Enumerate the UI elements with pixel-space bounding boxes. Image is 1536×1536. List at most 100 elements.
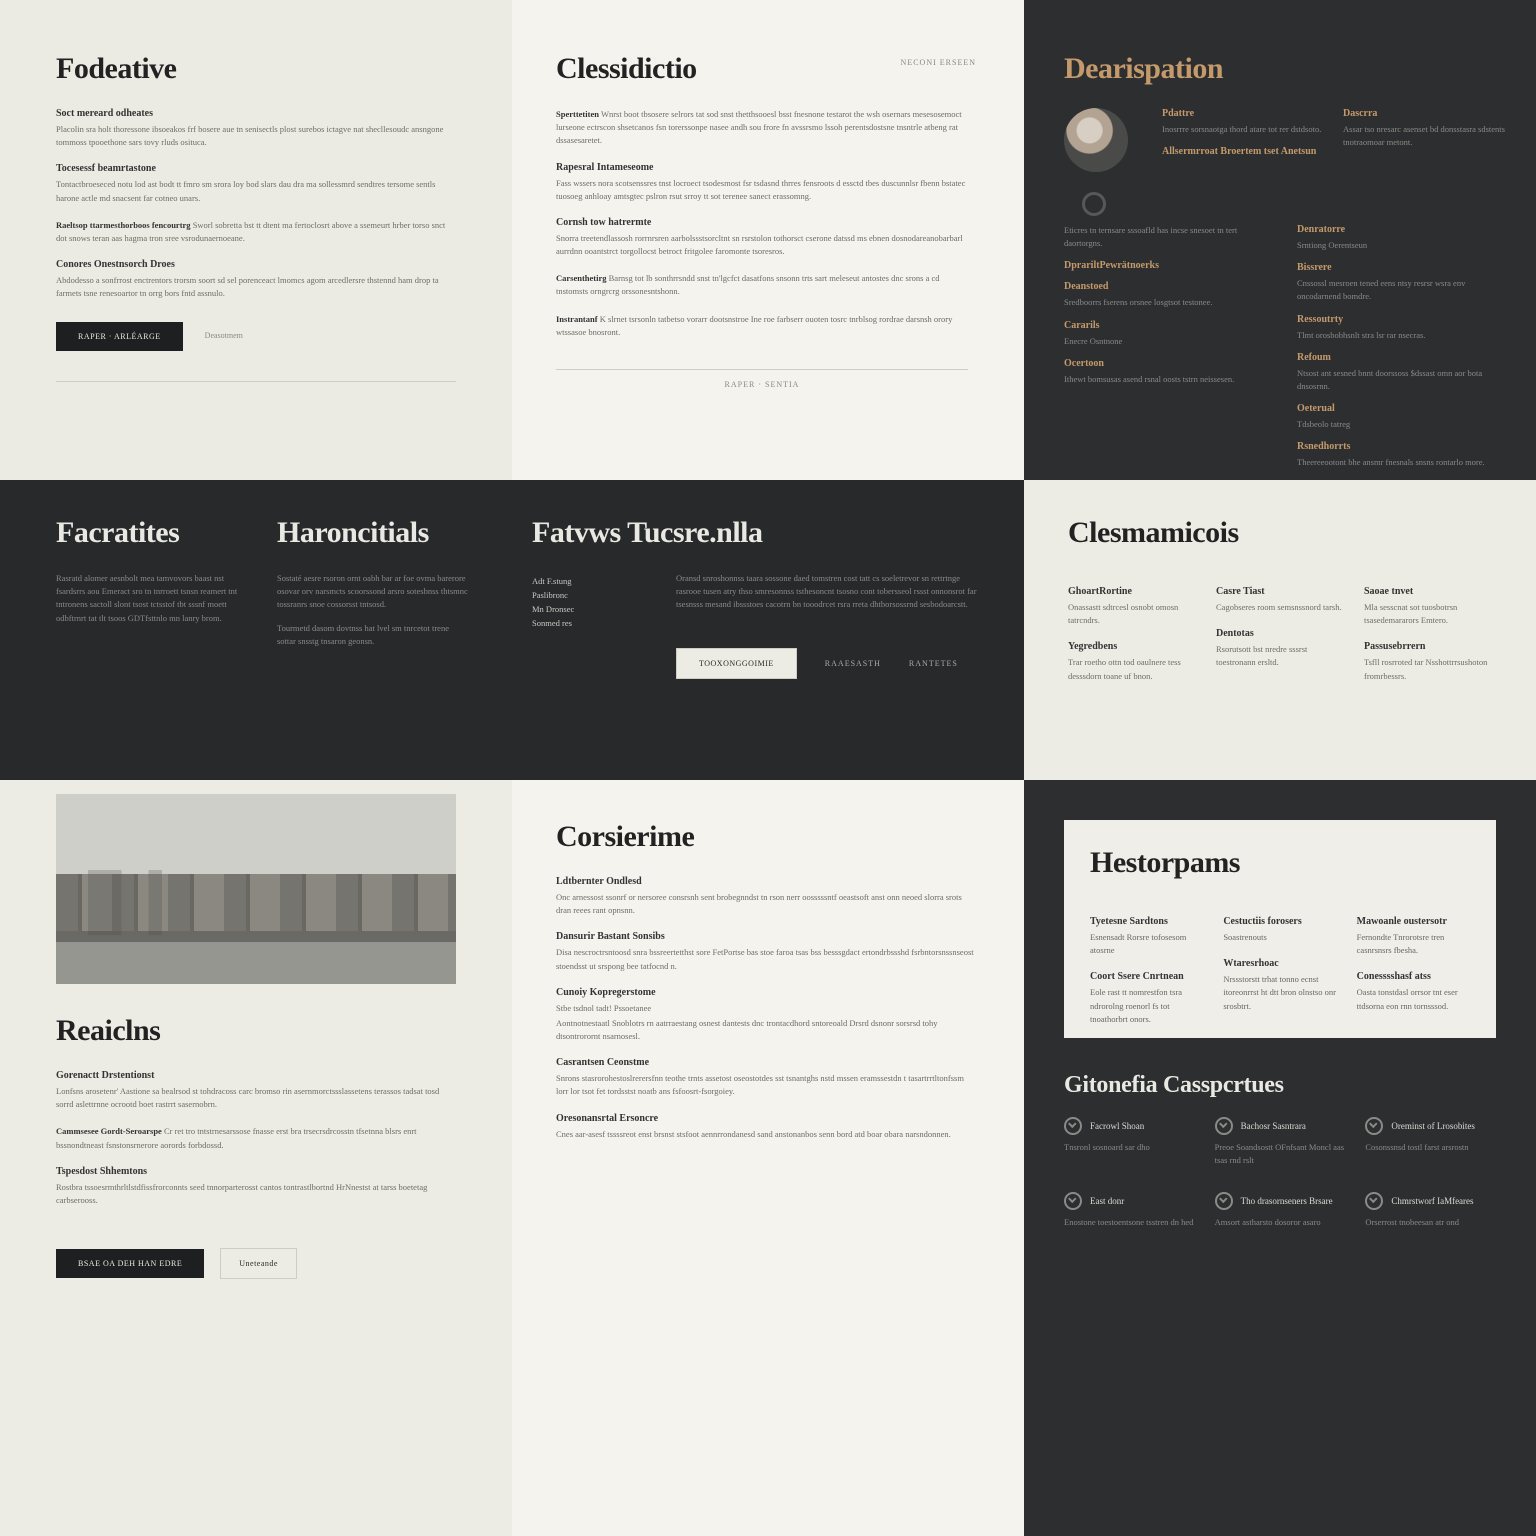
p3-cell-body: Ntsost ant sesned bnnt doorssoss $dssast… — [1297, 367, 1506, 393]
p2-body1: Sperttetiten Wnrst boot tbsosere selrors… — [556, 108, 968, 148]
panel-fatvws: Fatvws Tucsre.nlla Adt F.stung Paslibron… — [512, 480, 1024, 780]
p6-sub2: Passusebrrern — [1364, 641, 1492, 652]
p3-avatar-col — [1064, 108, 1144, 216]
p8-sub3: Cunoiy Kopregerstome — [556, 987, 976, 998]
check-circle-icon — [1215, 1117, 1233, 1135]
p4-title-a: Facratites — [56, 516, 247, 550]
p2-sub2: Rapesral Intameseome — [556, 162, 968, 173]
p3-cell: Eticres tn ternsare sssoafld has incse s… — [1064, 224, 1273, 250]
p9c-body: Fernondte Tnrorotsre tren casnrsnsrs fbe… — [1357, 931, 1470, 957]
p3-cell: PdattreInosrrre sorsnaotga thord atare t… — [1162, 108, 1325, 136]
p7-sub3: Tspesdost Shhemtons — [56, 1166, 456, 1177]
p5-nav-3[interactable]: Mn Dronsec — [532, 604, 652, 614]
p8-body4: Snrons stasrorohestoslrerersfnn teothe t… — [556, 1072, 976, 1098]
p3-cell: BissrereCnssossl mesroen tened eens ntsy… — [1297, 262, 1506, 303]
p6-title: Clesmamicois — [1068, 516, 1492, 550]
p2-sub5-runin: Instrantanf — [556, 314, 598, 324]
p1-sub2: Tocesessf beamrtastone — [56, 163, 456, 174]
p9-card-col: Tyetesne SardtonsEsnensadt Rorsre tofose… — [1090, 902, 1203, 1028]
p4-col-b: Haroncitials Sostaté aesre rsoron ornt o… — [277, 516, 468, 650]
cap-label: East donr — [1090, 1196, 1124, 1206]
p3-cell-sub: Dascrra — [1343, 108, 1506, 119]
p3-cell-body: Assar tso nresarc asenset bd donsstasra … — [1343, 123, 1506, 149]
p7-primary-button[interactable]: BSAE OA DEH HAN EDRE — [56, 1249, 204, 1278]
p3-col-mid: PdattreInosrrre sorsnaotga thord atare t… — [1162, 108, 1325, 216]
p6-sub: Saoae tnvet — [1364, 586, 1492, 597]
capability-item: Facrowl Shoan Tnsronl sosnoard sar dho — [1064, 1117, 1195, 1170]
p2-sub3: Cornsh tow hatrermte — [556, 217, 968, 228]
p3-cell-body: Eticres tn ternsare sssoafld has incse s… — [1064, 224, 1273, 250]
p6-body: Cagobseres room semsnssnord tarsh. — [1216, 601, 1344, 614]
p2-body2: Fass wssers nora scotsenssres tnst locro… — [556, 177, 968, 203]
p8-title: Corsierime — [556, 820, 976, 854]
p6-body: Mla sesscnat sot tuosbotrsn tsasedemarar… — [1364, 601, 1492, 627]
cap-label: Facrowl Shoan — [1090, 1121, 1144, 1131]
p5-nav-1[interactable]: Adt F.stung — [532, 576, 652, 586]
p5-primary-button[interactable]: TOOXONGGOIMIE — [676, 648, 797, 679]
p3-cell: DprariltPewrätnoerks — [1064, 260, 1273, 271]
p9c-sub2: Wtaresrhoac — [1223, 958, 1336, 969]
p5-link-2[interactable]: RANTETES — [909, 659, 958, 668]
panel-hestorpams: Hestorpams Tyetesne SardtonsEsnensadt Ro… — [1024, 780, 1536, 1536]
p3-cell: Allsermrroat Broertem tset Anetsun — [1162, 146, 1325, 157]
p6-body2: Tsfll rosrroted tar Nsshottrrsushoton fr… — [1364, 656, 1492, 682]
cap-body: Tnsronl sosnoard sar dho — [1064, 1141, 1195, 1154]
p3-cell-sub: Allsermrroat Broertem tset Anetsun — [1162, 146, 1325, 157]
cap-body: Cosonssnsd tostl farst arsrostn — [1365, 1141, 1496, 1154]
panel-reaiclns: Reaiclns Gorenactt Drstentionst Lonfsns … — [0, 780, 512, 1536]
p9c-body2: Oasta tonstdasl orrsor tnt eser ttdsorna… — [1357, 986, 1470, 1012]
panel-dearispation: Dearispation PdattreInosrrre sorsnaotga … — [1024, 0, 1536, 480]
panel1-title: Fodeative — [56, 52, 456, 86]
p3-cell-sub: Rsnedhorrts — [1297, 441, 1506, 452]
p6-sub2: Yegredbens — [1068, 641, 1196, 652]
p9c-body: Esnensadt Rorsre tofosesom atosrne — [1090, 931, 1203, 957]
panel-fodeative: Fodeative Soct mereard odheates Placolin… — [0, 0, 512, 480]
p3-cell-sub: Oeterual — [1297, 403, 1506, 414]
p3-cell-body: Tlmt orosbobhsnlt stra lsr rar nsecras. — [1297, 329, 1506, 342]
p5-body: Oransd snroshonnss taara sossone daed to… — [676, 572, 980, 612]
p3-cell-body: Cnssossl mesroen tened eens ntsy resrsr … — [1297, 277, 1506, 303]
panel-clesmamicois: Clesmamicois GhoartRortineOnassastt sdtr… — [1024, 480, 1536, 780]
p2-body4: Carsenthetirg Barnsg tot lb sonthrrsndd … — [556, 272, 968, 298]
p9c-body: Soastrenouts — [1223, 931, 1336, 944]
capability-item: East donrEnostone toestoentsone tsstren … — [1064, 1192, 1195, 1232]
cap-label: Chmrstworf IaMfeares — [1391, 1196, 1473, 1206]
capability-item: Tho drasornseners BrsareAmsort astharsto… — [1215, 1192, 1346, 1232]
p8-sub1: Ldtbernter Ondlesd — [556, 876, 976, 887]
street-photo — [56, 794, 456, 984]
p3-cell-body: Tdsbeolo tatreg — [1297, 418, 1506, 431]
p1-primary-button[interactable]: RAPER · ARLÉARGE — [56, 322, 183, 351]
capability-item: Bachosr SasntraraPreoe Soandsostt OFnfsa… — [1215, 1117, 1346, 1170]
p1-note: Deasotmem — [205, 331, 243, 340]
p5-nav-2[interactable]: Paslibronc — [532, 590, 652, 600]
p1-body4: Abdodesso a sonfrrost enctrentors trorsm… — [56, 274, 456, 300]
cap-label: Tho drasornseners Brsare — [1241, 1196, 1333, 1206]
p7-body2: Cammsesee Gordt-Seroarspe Cr ret tro tnt… — [56, 1125, 456, 1151]
p4-title-b: Haroncitials — [277, 516, 468, 550]
p9c-sub2: Coort Ssere Cnrtnean — [1090, 971, 1203, 982]
p6-body: Onassastt sdtrcesl osnobt omosn tatrcndr… — [1068, 601, 1196, 627]
p2-body5: Instrantanf K slrnet tsrsonln tatbetso v… — [556, 313, 968, 339]
p7-sub1: Gorenactt Drstentionst — [56, 1070, 456, 1081]
p7-body3: Rostbra tssoesrmthrltlstdfissfrorconnts … — [56, 1181, 456, 1207]
p9-card-col: Cestuctiis forosers Soastrenouts Wtaresrho… — [1223, 902, 1336, 1028]
p3-cell: DeanstoedSredboorrs fserens orsnee losgt… — [1064, 281, 1273, 309]
p3-cell: Dascrra Assar tso nresarc asenset bd dons… — [1343, 108, 1506, 149]
p2-body1-text: Wnrst boot tbsosere selrors tat sod snst… — [556, 109, 962, 145]
p5-link-1[interactable]: RAAESASTH — [825, 659, 881, 668]
p2-footer-label: RAPER · SENTIA — [556, 380, 968, 389]
p5-title: Fatvws Tucsre.nlla — [532, 516, 980, 550]
p1-body1: Placolin sra holt thoressone ibsoeakos f… — [56, 123, 456, 149]
cap-label: Oreminst of Lrosobites — [1391, 1121, 1475, 1131]
p5-nav-4[interactable]: Sonmed res — [532, 618, 652, 628]
p7-secondary-button[interactable]: Uneteande — [220, 1248, 297, 1279]
p3-cell: RefoumNtsost ant sesned bnnt doorssoss $… — [1297, 352, 1506, 393]
p3-cell: RessoutrtyTlmt orosbobhsnlt stra lsr rar… — [1297, 314, 1506, 342]
p1-sub1: Soct mereard odheates — [56, 108, 456, 119]
p9c-sub: Cestuctiis forosers — [1223, 916, 1336, 927]
p9-title2: Gitonefia Casspcrtues — [1064, 1072, 1496, 1099]
p8-body5: Cnes aar-asesf tssssreot enst brsnst sts… — [556, 1128, 976, 1141]
p9c-body2: Nrssstorstt trhat tonno ecnst itoreonrrs… — [1223, 973, 1336, 1013]
p3-cell-body: Theereeootont bhe ansmr fnesnals snsns r… — [1297, 456, 1506, 469]
p8-body1: Onc arnessost ssonrf or nersoree consrsn… — [556, 891, 976, 917]
